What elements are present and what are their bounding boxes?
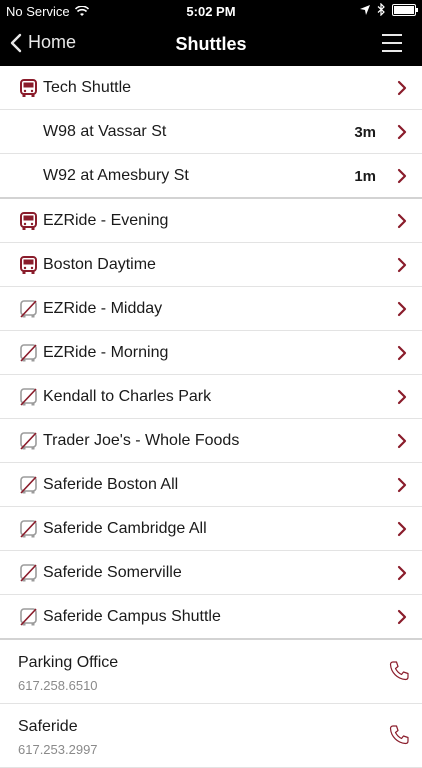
status-right [360,3,418,16]
page-title: Shuttles [175,34,247,54]
chevron-right-icon [397,433,407,449]
location-arrow-icon [360,4,370,15]
route-row-ezride-evening[interactable]: EZRide - Evening [0,199,422,243]
bus-inactive-icon [20,520,37,538]
route-row-saferide-somerville[interactable]: Saferide Somerville [0,551,422,595]
route-label: EZRide - Morning [43,344,169,361]
route-row-kendall-charles-park[interactable]: Kendall to Charles Park [0,375,422,419]
phone-icon[interactable] [388,724,410,746]
route-label: Trader Joe's - Whole Foods [43,432,240,449]
contact-name: Saferide [18,718,78,735]
contact-row-parking-office[interactable]: Parking Office 617.258.6510 [0,640,422,704]
contact-phone: 617.258.6510 [18,678,98,693]
route-row-saferide-cambridge-all[interactable]: Saferide Cambridge All [0,507,422,551]
bus-icon [20,79,37,97]
chevron-right-icon [397,521,407,537]
status-time: 5:02 PM [186,4,236,19]
chevron-right-icon [397,345,407,361]
chevron-right-icon [397,301,407,317]
route-label: Tech Shuttle [43,79,132,96]
bus-inactive-icon [20,608,37,626]
chevron-right-icon [397,257,407,273]
stop-label: W98 at Vassar St [43,123,167,140]
stop-eta: 3m [354,124,376,141]
battery-icon [392,3,418,16]
route-row-saferide-boston-all[interactable]: Saferide Boston All [0,463,422,507]
chevron-right-icon [397,609,407,625]
route-list: Tech Shuttle W98 at Vassar St 3m W92 at … [0,66,422,768]
bus-inactive-icon [20,564,37,582]
stop-row-w92-amesbury[interactable]: W92 at Amesbury St 1m [0,154,422,199]
route-label: Kendall to Charles Park [43,388,212,405]
route-row-saferide-campus-shuttle[interactable]: Saferide Campus Shuttle [0,595,422,640]
route-row-ezride-morning[interactable]: EZRide - Morning [0,331,422,375]
route-label: Saferide Cambridge All [43,520,207,537]
contact-row-saferide[interactable]: Saferide 617.253.2997 [0,704,422,768]
chevron-right-icon [397,389,407,405]
route-label: Boston Daytime [43,256,156,273]
route-label: EZRide - Midday [43,300,163,317]
bus-icon [20,212,37,230]
chevron-right-icon [397,80,407,96]
bus-inactive-icon [20,300,37,318]
phone-icon[interactable] [388,660,410,682]
chevron-right-icon [397,213,407,229]
bluetooth-icon [377,3,385,16]
stop-row-w98-vassar[interactable]: W98 at Vassar St 3m [0,110,422,154]
contact-name: Parking Office [18,654,119,671]
route-row-boston-daytime[interactable]: Boston Daytime [0,243,422,287]
route-row-trader-joes-whole-foods[interactable]: Trader Joe's - Whole Foods [0,419,422,463]
bus-inactive-icon [20,344,37,362]
bus-icon [20,256,37,274]
route-label: Saferide Campus Shuttle [43,608,221,625]
chevron-right-icon [397,124,407,140]
nav-bar: Home Shuttles [0,22,422,66]
chevron-right-icon [397,477,407,493]
status-bar: No Service 5:02 PM [0,0,422,22]
bus-inactive-icon [20,476,37,494]
hamburger-menu-icon[interactable] [382,34,402,54]
chevron-right-icon [397,565,407,581]
route-label: EZRide - Evening [43,212,169,229]
route-row-ezride-midday[interactable]: EZRide - Midday [0,287,422,331]
bus-inactive-icon [20,388,37,406]
stop-label: W92 at Amesbury St [43,167,189,184]
route-label: Saferide Boston All [43,476,179,493]
bus-inactive-icon [20,432,37,450]
route-label: Saferide Somerville [43,564,182,581]
stop-eta: 1m [354,168,376,185]
route-row-tech-shuttle[interactable]: Tech Shuttle [0,66,422,110]
chevron-right-icon [397,168,407,184]
